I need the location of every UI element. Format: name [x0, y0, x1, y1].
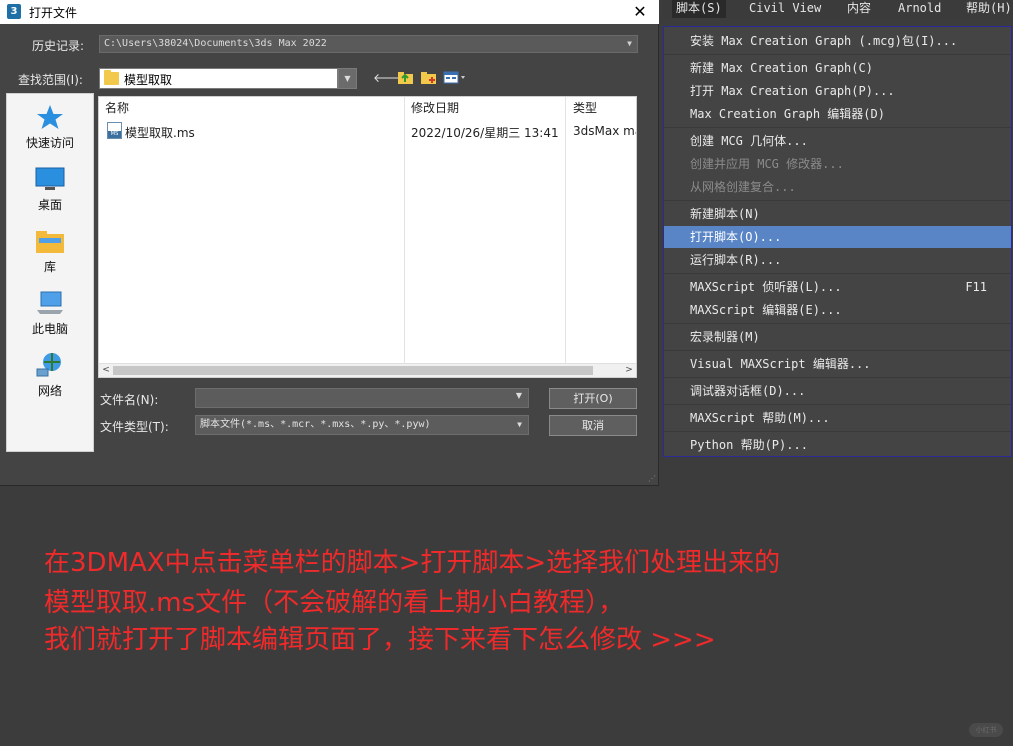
- column-header-name[interactable]: 名称: [105, 97, 129, 119]
- menu-item-maxscript-editor[interactable]: MAXScript 编辑器(E)...: [664, 299, 1011, 321]
- place-libraries[interactable]: 库: [7, 220, 93, 280]
- filetype-label: 文件类型(T):: [100, 420, 169, 434]
- sort-up-icon: ^: [250, 96, 258, 102]
- column-header-date[interactable]: 修改日期: [411, 97, 459, 119]
- scroll-right-icon[interactable]: >: [622, 364, 636, 377]
- column-divider: [565, 97, 566, 363]
- lookin-combo[interactable]: 模型取取: [99, 68, 338, 89]
- desktop-icon: [35, 166, 65, 192]
- column-header-type[interactable]: 类型: [573, 97, 597, 119]
- caption-line-2: 模型取取.ms文件（不会破解的看上期小白教程），: [44, 588, 625, 618]
- filename-label: 文件名(N):: [100, 393, 159, 407]
- filetype-value: 脚本文件(*.ms、*.mcr、*.mxs、*.py、*.pyw): [200, 419, 431, 430]
- horizontal-scrollbar[interactable]: < >: [99, 363, 636, 377]
- up-folder-icon[interactable]: [396, 70, 414, 86]
- watermark-logo: 小红书: [969, 723, 1003, 737]
- menu-separator: [664, 54, 1011, 55]
- menu-item-new-script[interactable]: 新建脚本(N): [664, 203, 1011, 225]
- scroll-left-icon[interactable]: <: [99, 364, 113, 377]
- menu-separator: [664, 404, 1011, 405]
- shortcut-label: F11: [965, 280, 987, 294]
- menu-item-new-mcg[interactable]: 新建 Max Creation Graph(C): [664, 57, 1011, 79]
- chevron-down-icon: ▼: [517, 420, 522, 429]
- menu-civil-view[interactable]: Civil View: [745, 0, 825, 18]
- history-path: C:\Users\38024\Documents\3ds Max 2022: [104, 38, 327, 49]
- dialog-titlebar: 3 打开文件 ✕: [0, 0, 659, 24]
- place-label: 网络: [37, 384, 62, 398]
- lookin-dropdown-button[interactable]: ▼: [338, 68, 357, 89]
- network-globe-icon: [35, 352, 65, 378]
- place-this-pc[interactable]: 此电脑: [7, 282, 93, 342]
- dialog-title: 打开文件: [29, 6, 78, 20]
- menu-item-open-script[interactable]: 打开脚本(O)...: [664, 226, 1011, 248]
- column-divider: [404, 97, 405, 363]
- menu-script[interactable]: 脚本(S): [672, 0, 726, 18]
- view-menu-icon[interactable]: [443, 70, 467, 86]
- chevron-down-icon[interactable]: ▼: [516, 391, 522, 400]
- menu-item-maxscript-listener[interactable]: MAXScript 侦听器(L)... F11: [664, 276, 1011, 298]
- menu-item-debugger-dialog[interactable]: 调试器对话框(D)...: [664, 380, 1011, 402]
- place-label: 库: [43, 260, 56, 274]
- file-type: 3dsMax ma: [573, 124, 637, 138]
- place-label: 快速访问: [25, 136, 74, 150]
- menu-item-open-mcg[interactable]: 打开 Max Creation Graph(P)...: [664, 80, 1011, 102]
- place-desktop[interactable]: 桌面: [7, 158, 93, 218]
- caption-line-3: 我们就打开了脚本编辑页面了，接下来看下怎么修改 >>>: [44, 625, 716, 655]
- 3dsmax-app-icon: 3: [7, 4, 21, 19]
- menu-content[interactable]: 内容: [843, 0, 875, 18]
- history-label: 历史记录:: [32, 39, 85, 53]
- menu-item-label: MAXScript 侦听器(L)...: [690, 280, 842, 294]
- chevron-down-icon: ▼: [627, 39, 632, 48]
- lookin-label: 查找范围(I):: [18, 73, 83, 87]
- menu-separator: [664, 273, 1011, 274]
- resize-grip-icon[interactable]: ⋰: [648, 474, 656, 483]
- menu-item-run-script[interactable]: 运行脚本(R)...: [664, 249, 1011, 271]
- menu-help[interactable]: 帮助(H): [962, 0, 1013, 18]
- menu-separator: [664, 350, 1011, 351]
- menu-item-compound-from-mesh: 从网格创建复合...: [690, 180, 796, 194]
- file-name: 模型取取.ms: [125, 126, 195, 140]
- open-file-dialog: 3 打开文件 ✕ 历史记录: C:\Users\38024\Documents\…: [0, 0, 659, 486]
- maxscript-file-icon: MS: [107, 122, 122, 139]
- library-folder-icon: [35, 228, 65, 254]
- script-menu-dropdown: 安装 Max Creation Graph (.mcg)包(I)... 新建 M…: [663, 26, 1012, 457]
- menu-item-create-mcg-geometry[interactable]: 创建 MCG 几何体...: [664, 130, 1011, 152]
- menu-arnold[interactable]: Arnold: [894, 0, 945, 18]
- place-quick-access[interactable]: 快速访问: [7, 96, 93, 156]
- place-label: 桌面: [37, 198, 62, 212]
- menu-item-maxscript-help[interactable]: MAXScript 帮助(M)...: [664, 407, 1011, 429]
- menu-separator: [664, 127, 1011, 128]
- file-list[interactable]: ^ 名称 修改日期 类型 MS 模型取取.ms 2022/10/26/星期三 1…: [98, 96, 637, 378]
- menu-bar: 脚本(S) Civil View 内容 Arnold 帮助(H): [663, 0, 1013, 18]
- lookin-value: 模型取取: [124, 73, 173, 87]
- menu-separator: [664, 377, 1011, 378]
- new-folder-icon[interactable]: [419, 70, 437, 86]
- menu-item-install-mcg[interactable]: 安装 Max Creation Graph (.mcg)包(I)...: [664, 30, 1011, 52]
- filetype-select[interactable]: 脚本文件(*.ms、*.mcr、*.mxs、*.py、*.pyw) ▼: [195, 415, 529, 435]
- menu-item-mcg-editor[interactable]: Max Creation Graph 编辑器(D): [664, 103, 1011, 125]
- menu-item-macro-recorder[interactable]: 宏录制器(M): [664, 326, 1011, 348]
- place-label: 此电脑: [31, 322, 68, 336]
- place-network[interactable]: 网络: [7, 344, 93, 404]
- caption-line-1: 在3DMAX中点击菜单栏的脚本>打开脚本>选择我们处理出来的: [44, 548, 781, 578]
- menu-separator: [664, 200, 1011, 201]
- folder-icon: [104, 70, 119, 85]
- menu-separator: [664, 431, 1011, 432]
- close-button[interactable]: ✕: [625, 0, 655, 24]
- file-date: 2022/10/26/星期三 13:41: [411, 126, 559, 140]
- scrollbar-thumb[interactable]: [113, 366, 593, 375]
- computer-icon: [35, 290, 65, 316]
- star-icon: [35, 104, 65, 130]
- menu-separator: [664, 323, 1011, 324]
- open-button[interactable]: 打开(O): [549, 388, 637, 409]
- back-arrow-icon[interactable]: 🡐: [373, 70, 405, 86]
- cancel-button[interactable]: 取消: [549, 415, 637, 436]
- filename-input[interactable]: ▼: [195, 388, 529, 408]
- places-bar: 快速访问 桌面 库 此电脑 网络: [6, 93, 94, 452]
- menu-item-visual-maxscript[interactable]: Visual MAXScript 编辑器...: [664, 353, 1011, 375]
- menu-item-python-help[interactable]: Python 帮助(P)...: [664, 434, 1011, 456]
- menu-item-apply-mcg-modifier: 创建并应用 MCG 修改器...: [690, 157, 844, 171]
- history-combo[interactable]: C:\Users\38024\Documents\3ds Max 2022 ▼: [99, 35, 638, 53]
